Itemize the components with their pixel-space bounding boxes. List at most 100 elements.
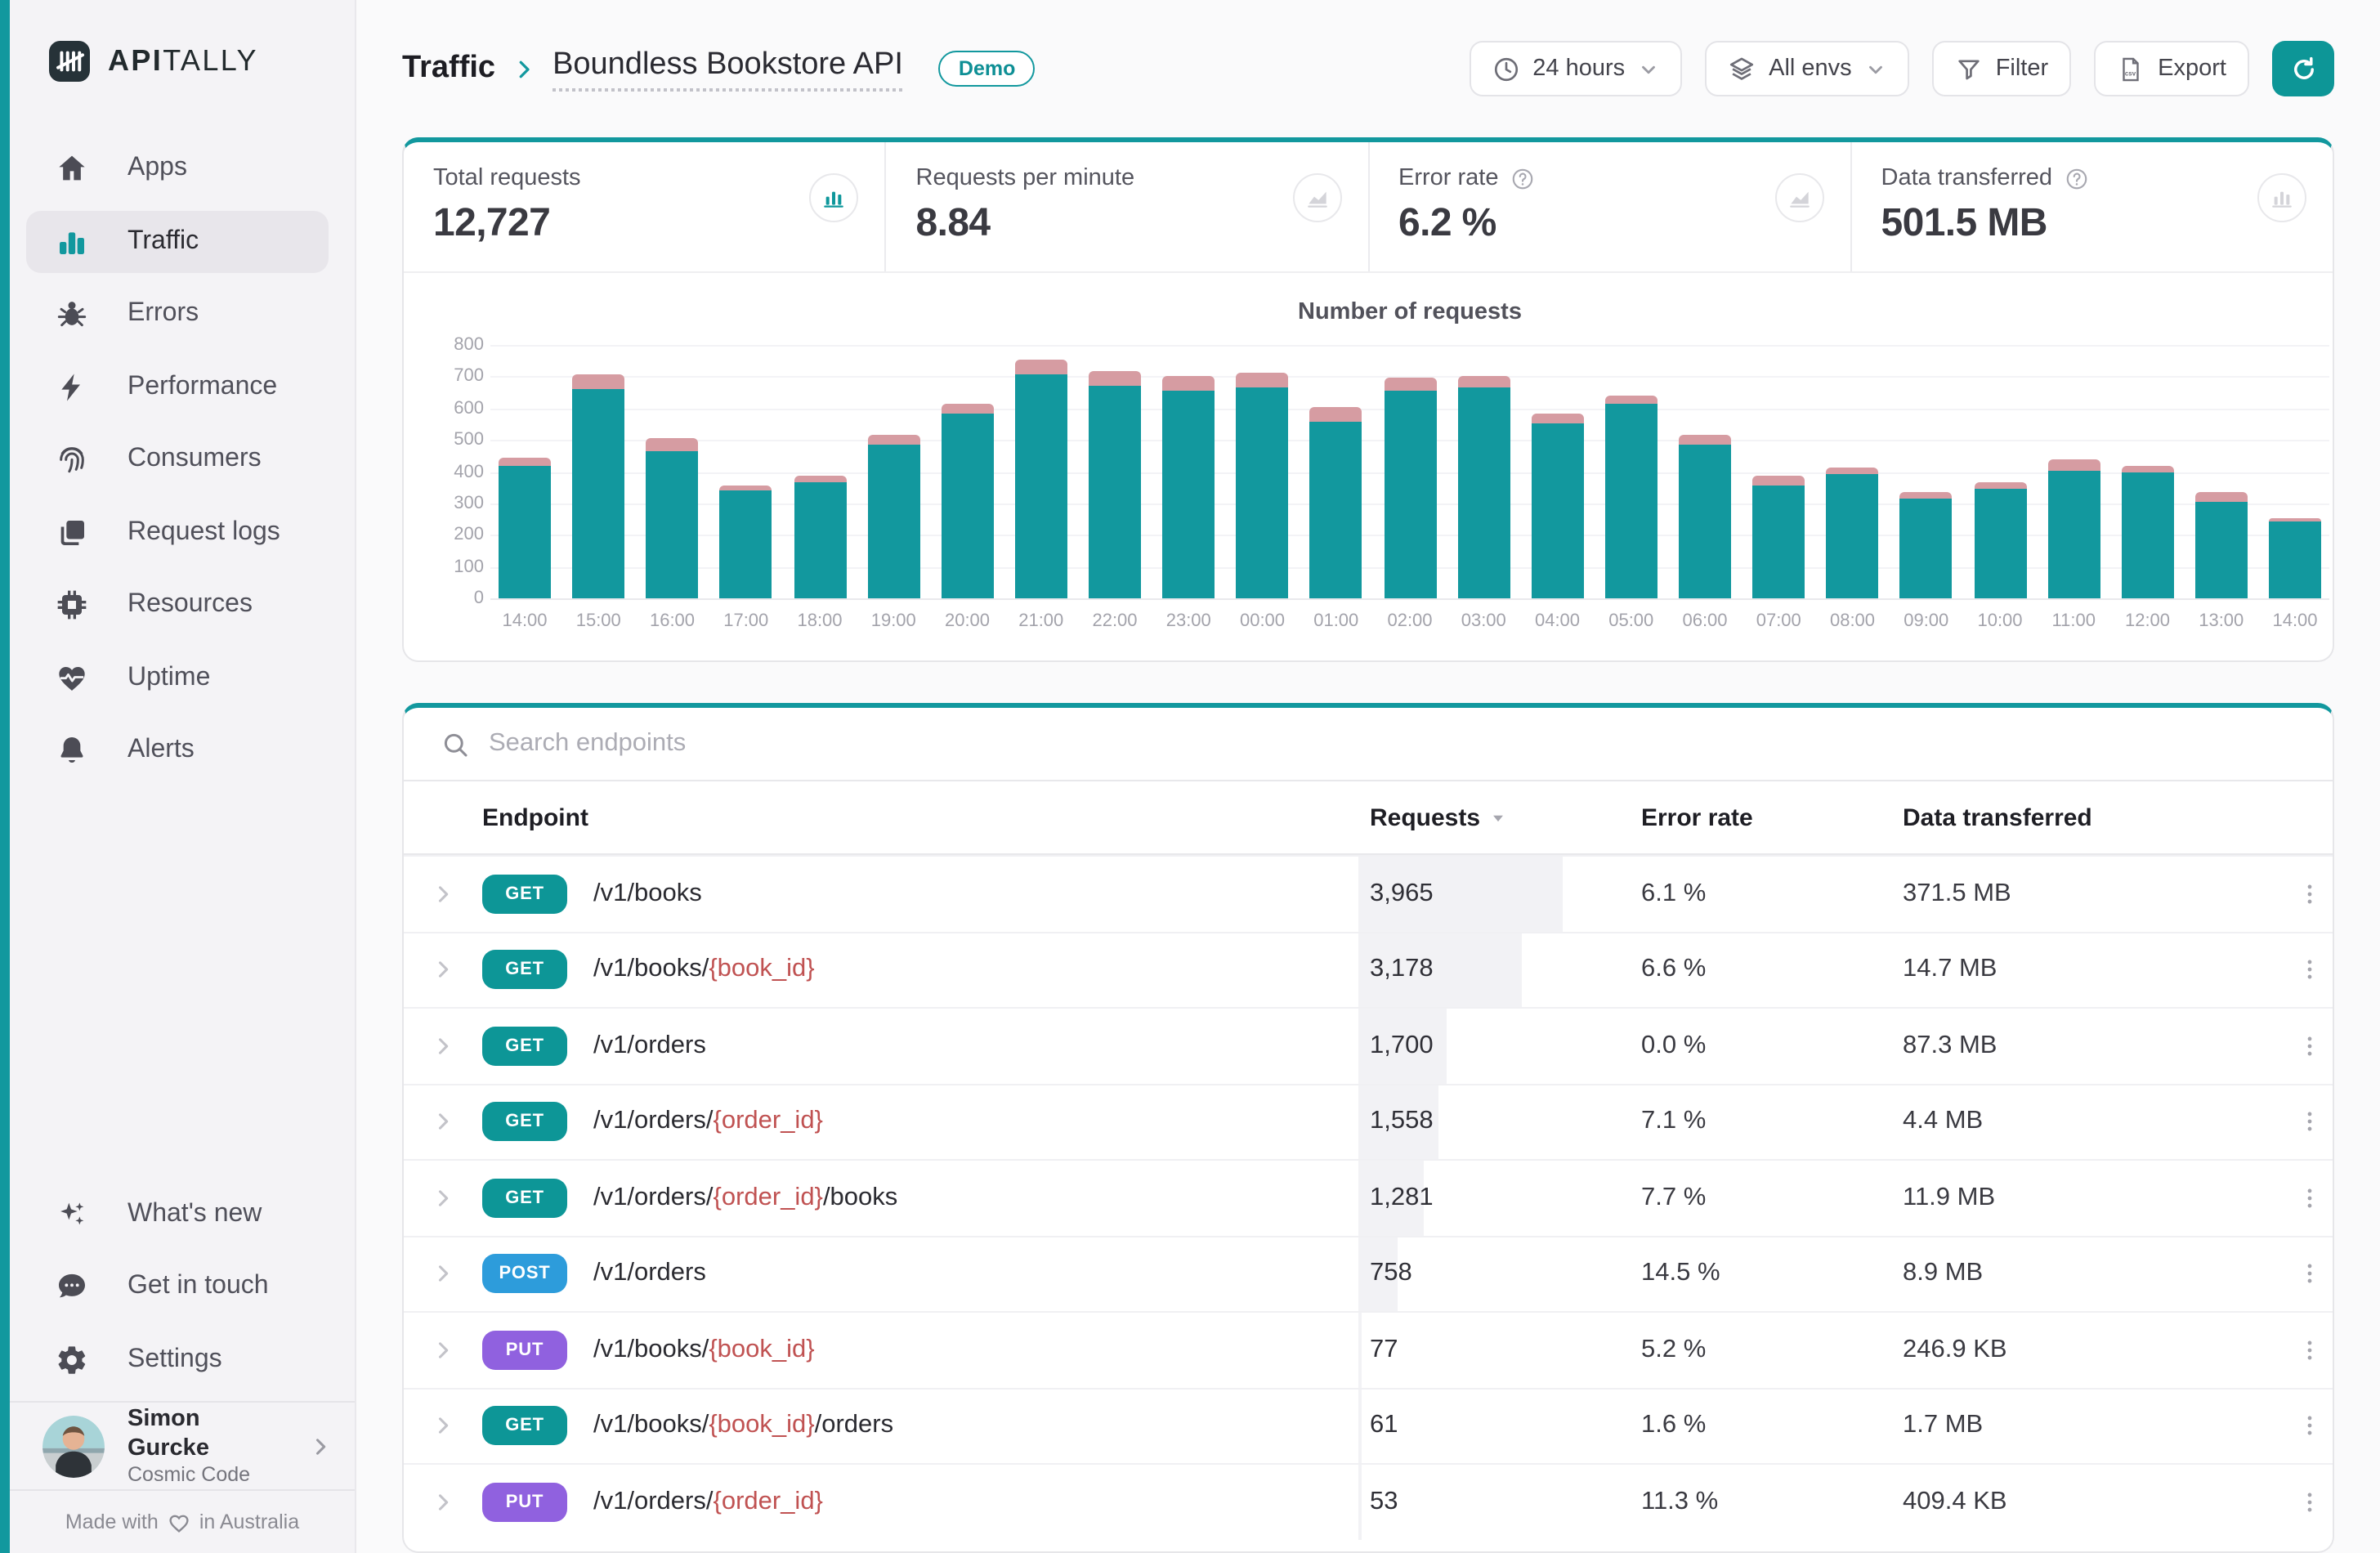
kebab-menu-icon[interactable] [2296, 1413, 2322, 1439]
filter-button[interactable]: Filter [1932, 41, 2071, 96]
kebab-menu-icon[interactable] [2296, 1185, 2322, 1211]
stat-total-requests[interactable]: Total requests 12,727 [404, 142, 887, 271]
row-expander-chevron-icon[interactable] [432, 1415, 454, 1438]
question-icon[interactable] [1510, 166, 1535, 190]
sidebar-item-uptime[interactable]: Uptime [26, 647, 329, 709]
kebab-menu-icon[interactable] [2296, 1109, 2322, 1135]
stat-requests-per-minute[interactable]: Requests per minute 8.84 [887, 142, 1370, 271]
kebab-menu-icon[interactable] [2296, 1337, 2322, 1363]
stat-data-transferred[interactable]: Data transferred 501.5 MB [1852, 142, 2333, 271]
toolbar-button-label: Export [2158, 56, 2226, 82]
path-parameter: {book_id} [709, 956, 814, 983]
bar-error-segment [867, 434, 919, 445]
path-segment: /orders [815, 1412, 894, 1439]
column-header-label: Endpoint [482, 803, 588, 831]
sidebar-item-errors[interactable]: Errors [26, 283, 329, 345]
chart-bar [2122, 466, 2174, 598]
area-chart-circle-icon [1787, 185, 1813, 211]
data-transferred-value: 87.3 MB [1893, 1032, 2285, 1061]
requests-cell: 1,700 [1358, 1009, 1631, 1083]
clock-icon [1492, 55, 1519, 83]
export-button[interactable]: csv Export [2094, 41, 2249, 96]
sidebar-item-settings[interactable]: Settings [26, 1328, 329, 1390]
search-icon [441, 730, 469, 758]
column-header-requests[interactable]: Requests [1358, 803, 1631, 831]
requests-cell: 758 [1358, 1237, 1631, 1311]
24-hours-button[interactable]: 24 hours [1469, 41, 1682, 96]
row-expander-chevron-icon[interactable] [432, 1339, 454, 1362]
table-row[interactable]: GET /v1/orders/{order_id} 1,558 7.1 % 4.… [404, 1083, 2333, 1159]
fingerprint-icon [56, 443, 88, 476]
error-rate-value: 0.0 % [1631, 1032, 1893, 1061]
kebab-menu-icon[interactable] [2296, 1489, 2322, 1515]
stat-label: Requests per minute [916, 165, 1135, 191]
sidebar-item-alerts[interactable]: Alerts [26, 719, 329, 781]
row-expander-chevron-icon[interactable] [432, 1187, 454, 1210]
row-expander-chevron-icon[interactable] [432, 1491, 454, 1514]
bar-error-segment [572, 374, 624, 390]
method-badge: PUT [482, 1331, 567, 1370]
user-menu[interactable]: Simon Gurcke Cosmic Code [10, 1401, 355, 1491]
table-row[interactable]: PUT /v1/books/{book_id} 77 5.2 % 246.9 K… [404, 1311, 2333, 1387]
data-transferred-value: 14.7 MB [1893, 956, 2285, 985]
sidebar-item-traffic[interactable]: Traffic [26, 210, 329, 272]
all-envs-button[interactable]: All envs [1705, 41, 1909, 96]
table-row[interactable]: GET /v1/orders/{order_id}/books 1,281 7.… [404, 1159, 2333, 1235]
method-badge: GET [482, 1027, 567, 1066]
sidebar-item-label: Settings [128, 1345, 222, 1374]
logo[interactable]: APITALLY [10, 0, 355, 121]
sidebar-item-get-in-touch[interactable]: Get in touch [26, 1255, 329, 1318]
refresh-button[interactable] [2272, 41, 2334, 96]
stat-error-rate[interactable]: Error rate 6.2 % [1369, 142, 1852, 271]
stat-value: 6.2 % [1398, 201, 1821, 247]
bar-success-segment [1900, 499, 1953, 598]
sidebar-item-consumers[interactable]: Consumers [26, 428, 329, 490]
kebab-menu-icon[interactable] [2296, 1261, 2322, 1287]
made-with-prefix: Made with [65, 1510, 159, 1533]
row-expander-chevron-icon[interactable] [432, 1263, 454, 1286]
method-badge: PUT [482, 1483, 567, 1522]
column-header-label: Error rate [1641, 803, 1753, 831]
kebab-menu-icon[interactable] [2296, 881, 2322, 907]
sidebar: APITALLY Apps Traffic Errors Performance [0, 0, 356, 1553]
sort-desc-icon [1488, 808, 1506, 826]
error-rate-value: 5.2 % [1631, 1336, 1893, 1365]
bar-error-segment [646, 437, 699, 451]
bar-error-segment [1162, 377, 1215, 390]
kebab-menu-icon[interactable] [2296, 957, 2322, 983]
sidebar-item-what-s-new[interactable]: What's new [26, 1183, 329, 1245]
sidebar-item-resources[interactable]: Resources [26, 574, 329, 636]
search-input[interactable] [489, 729, 2333, 759]
row-expander-chevron-icon[interactable] [432, 1035, 454, 1058]
row-expander-chevron-icon[interactable] [432, 959, 454, 982]
bar-success-segment [1310, 421, 1362, 598]
stat-value: 8.84 [916, 201, 1339, 247]
bar-error-segment [2195, 492, 2248, 502]
breadcrumb-app-name[interactable]: Boundless Bookstore API [552, 47, 903, 91]
sidebar-item-apps[interactable]: Apps [26, 137, 329, 199]
row-expander-chevron-icon[interactable] [432, 1111, 454, 1134]
chart-bar [1605, 396, 1658, 598]
tally-icon [49, 40, 90, 81]
bar-error-segment [942, 404, 994, 414]
bar-success-segment [1532, 423, 1584, 598]
table-row[interactable]: GET /v1/books/{book_id} 3,178 6.6 % 14.7… [404, 931, 2333, 1007]
y-axis-tick: 700 [418, 367, 484, 387]
table-row[interactable]: POST /v1/orders 758 14.5 % 8.9 MB [404, 1235, 2333, 1311]
app-window: APITALLY Apps Traffic Errors Performance [0, 0, 2380, 1553]
table-row[interactable]: PUT /v1/orders/{order_id} 53 11.3 % 409.… [404, 1463, 2333, 1539]
path-segment: /v1/orders/ [593, 1184, 713, 1211]
table-row[interactable]: GET /v1/orders 1,700 0.0 % 87.3 MB [404, 1007, 2333, 1083]
requests-cell: 61 [1358, 1389, 1631, 1463]
sidebar-item-request-logs[interactable]: Request logs [26, 501, 329, 563]
endpoint-cell: GET /v1/orders [482, 1027, 1358, 1066]
sidebar-item-performance[interactable]: Performance [26, 356, 329, 418]
stat-chart-badge [2257, 173, 2306, 222]
kebab-menu-icon[interactable] [2296, 1033, 2322, 1059]
question-icon[interactable] [2064, 166, 2088, 190]
table-row[interactable]: GET /v1/books 3,965 6.1 % 371.5 MB [404, 855, 2333, 931]
table-row[interactable]: GET /v1/books/{book_id}/orders 61 1.6 % … [404, 1387, 2333, 1463]
row-expander-chevron-icon[interactable] [432, 883, 454, 906]
method-badge: GET [482, 1407, 567, 1446]
chart-bar [646, 437, 699, 598]
